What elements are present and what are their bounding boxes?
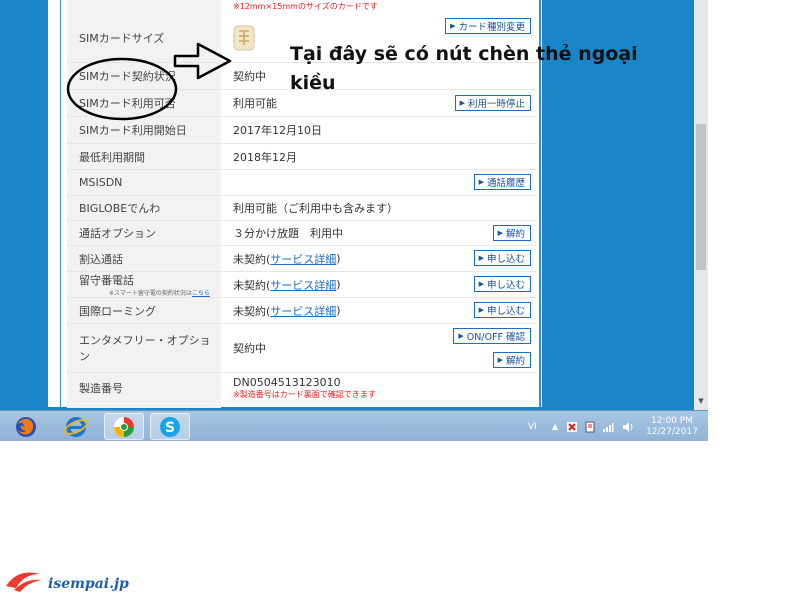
highlight-circle <box>66 57 178 121</box>
ie-taskbar-button[interactable] <box>56 413 96 440</box>
clock-date: 12/27/2017 <box>646 426 698 437</box>
annotation-text: Tại đây sẽ có nút chèn thẻ ngoại kiều <box>290 43 638 94</box>
volume-icon[interactable] <box>622 411 634 441</box>
clock-time: 12:00 PM <box>651 415 693 426</box>
logo-mark-icon <box>6 572 42 592</box>
svg-text:S: S <box>165 420 175 436</box>
isempai-logo: isempai.jp <box>4 566 134 596</box>
windows-taskbar: S VI ▲ 12:00 PM 12/27/2017 <box>0 410 708 441</box>
device-icon[interactable] <box>584 411 596 441</box>
logo-text: isempai.jp <box>48 576 129 592</box>
app-icon <box>114 416 134 437</box>
firefox-taskbar-button[interactable] <box>6 413 46 440</box>
clock[interactable]: 12:00 PM 12/27/2017 <box>644 411 700 441</box>
skype-icon: S <box>160 416 180 437</box>
action-center-icon[interactable] <box>566 411 578 441</box>
network-signal-icon[interactable] <box>602 411 614 441</box>
language-indicator[interactable]: VI <box>528 411 537 441</box>
show-hidden-icons-icon[interactable]: ▲ <box>552 411 558 441</box>
skype-taskbar-button[interactable]: S <box>150 413 190 440</box>
firefox-icon <box>16 416 36 437</box>
arrow-right-icon <box>173 42 232 80</box>
app-taskbar-button[interactable] <box>104 413 144 440</box>
ie-icon <box>64 416 88 437</box>
